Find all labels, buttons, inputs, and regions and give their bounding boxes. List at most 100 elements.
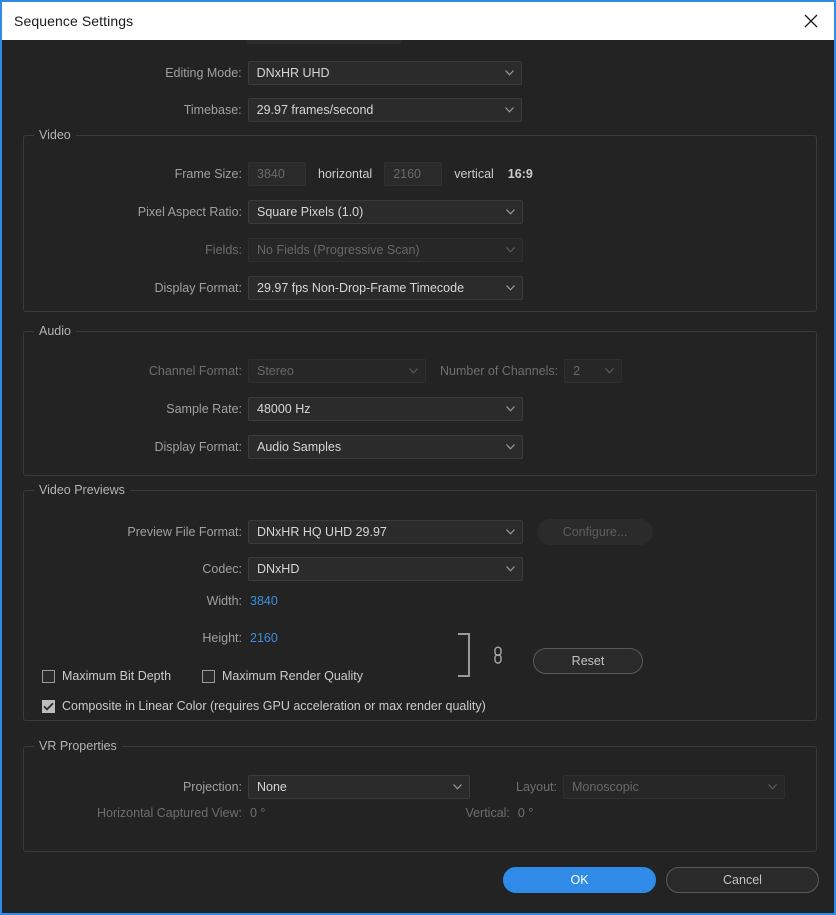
timebase-row: Timebase: 29.97 frames/second — [102, 98, 522, 122]
chevron-down-icon — [605, 368, 615, 374]
fields-select[interactable]: No Fields (Progressive Scan) — [248, 238, 523, 262]
audio-display-format-value: Audio Samples — [257, 440, 342, 454]
chevron-down-icon — [453, 784, 462, 790]
scrolled-control-sliver — [247, 40, 402, 44]
dialog-titlebar: Sequence Settings — [2, 2, 834, 40]
chevron-down-icon — [768, 784, 777, 790]
preview-width-value[interactable]: 3840 — [250, 594, 278, 608]
chevron-down-icon — [506, 529, 515, 535]
vr-projection-value: None — [257, 780, 287, 794]
vr-layout-label: Layout: — [516, 780, 558, 794]
video-display-format-select[interactable]: 29.97 fps Non-Drop-Frame Timecode — [248, 276, 523, 300]
preview-file-format-select[interactable]: DNxHR HQ UHD 29.97 — [248, 520, 523, 544]
number-of-channels-value: 2 — [573, 364, 581, 378]
vr-vertical-value[interactable]: 0 ° — [518, 806, 533, 820]
settings-scroll-area[interactable]: Editing Mode: DNxHR UHD Timebase: 29.97 … — [2, 40, 834, 857]
sequence-settings-dialog: Sequence Settings Editing Mode: DNxHR UH… — [0, 0, 836, 915]
chevron-down-icon — [506, 444, 515, 450]
reset-button[interactable]: Reset — [533, 648, 643, 674]
cancel-button[interactable]: Cancel — [666, 867, 819, 893]
frame-size-horizontal-label: horizontal — [318, 167, 373, 181]
fields-row: Fields: No Fields (Progressive Scan) — [102, 238, 523, 262]
codec-label: Codec: — [202, 562, 242, 576]
timebase-value: 29.97 frames/second — [256, 103, 374, 117]
chevron-down-icon — [506, 247, 515, 253]
codec-row: Codec: DNxHD — [102, 557, 523, 581]
audio-display-format-row: Display Format: Audio Samples — [102, 435, 523, 459]
vr-captured-view-row: Horizontal Captured View: 0 ° Vertical: … — [62, 806, 533, 820]
audio-group-title: Audio — [34, 324, 76, 338]
preview-file-format-value: DNxHR HQ UHD 29.97 — [257, 525, 387, 539]
timebase-select[interactable]: 29.97 frames/second — [247, 98, 522, 122]
preview-width-row: Width: 3840 — [102, 594, 278, 608]
vr-projection-select[interactable]: None — [248, 775, 470, 799]
maximum-render-quality-checkbox[interactable] — [202, 669, 215, 683]
vr-layout-select[interactable]: Monoscopic — [563, 775, 786, 799]
number-of-channels-select[interactable]: 2 — [564, 359, 623, 383]
frame-size-vertical-value: 2160 — [393, 167, 422, 181]
chevron-down-icon — [506, 566, 515, 572]
frame-size-aspect-ratio: 16:9 — [507, 167, 533, 181]
chevron-down-icon — [506, 285, 515, 291]
channel-format-value: Stereo — [257, 364, 294, 378]
video-display-format-label: Display Format: — [154, 281, 242, 295]
audio-display-format-select[interactable]: Audio Samples — [248, 435, 523, 459]
dialog-footer: OK Cancel — [2, 857, 834, 913]
preview-height-value[interactable]: 2160 — [250, 631, 278, 645]
vr-properties-group-title: VR Properties — [34, 739, 122, 753]
ok-button[interactable]: OK — [503, 867, 656, 893]
composite-linear-color-checkbox-row[interactable]: Composite in Linear Color (requires GPU … — [42, 699, 486, 713]
vr-projection-label: Projection: — [182, 780, 242, 794]
chevron-down-icon — [506, 209, 515, 215]
fields-value: No Fields (Progressive Scan) — [257, 243, 420, 257]
chevron-down-icon — [505, 107, 514, 113]
close-button[interactable] — [788, 2, 834, 40]
maximum-render-quality-checkbox-row[interactable]: Maximum Render Quality — [202, 669, 363, 683]
maximum-render-quality-label: Maximum Render Quality — [222, 669, 364, 683]
fields-label: Fields: — [205, 243, 242, 257]
frame-size-horizontal-input[interactable]: 3840 — [248, 162, 306, 186]
pixel-aspect-ratio-label: Pixel Aspect Ratio: — [137, 205, 242, 219]
frame-size-vertical-input[interactable]: 2160 — [384, 162, 443, 186]
codec-select[interactable]: DNxHD — [248, 557, 523, 581]
vr-layout-value: Monoscopic — [572, 780, 639, 794]
pixel-aspect-ratio-row: Pixel Aspect Ratio: Square Pixels (1.0) — [102, 200, 523, 224]
checkmark-icon — [43, 702, 54, 711]
vr-projection-row: Projection: None Layout: Monoscopic — [102, 775, 786, 799]
channel-format-select[interactable]: Stereo — [248, 359, 426, 383]
frame-size-label: Frame Size: — [174, 167, 242, 181]
maximum-bit-depth-checkbox[interactable] — [42, 669, 55, 683]
sample-rate-select[interactable]: 48000 Hz — [248, 397, 523, 421]
editing-mode-label: Editing Mode: — [165, 66, 242, 80]
close-icon — [804, 14, 818, 28]
preview-file-format-row: Preview File Format: DNxHR HQ UHD 29.97 … — [102, 519, 653, 545]
editing-mode-select[interactable]: DNxHR UHD — [247, 61, 522, 85]
link-chain-icon[interactable] — [491, 644, 505, 666]
chevron-down-icon — [506, 406, 515, 412]
frame-size-horizontal-value: 3840 — [257, 167, 285, 181]
codec-value: DNxHD — [257, 562, 300, 576]
preview-file-format-label: Preview File Format: — [127, 525, 242, 539]
timebase-label: Timebase: — [183, 103, 242, 117]
vr-horizontal-captured-view-value[interactable]: 0 ° — [250, 806, 265, 820]
dialog-title: Sequence Settings — [14, 13, 134, 29]
configure-button[interactable]: Configure... — [537, 519, 653, 545]
maximum-bit-depth-checkbox-row[interactable]: Maximum Bit Depth — [42, 669, 171, 683]
pixel-aspect-ratio-select[interactable]: Square Pixels (1.0) — [248, 200, 523, 224]
video-display-format-row: Display Format: 29.97 fps Non-Drop-Frame… — [102, 276, 523, 300]
video-display-format-value: 29.97 fps Non-Drop-Frame Timecode — [257, 281, 465, 295]
channel-format-row: Channel Format: Stereo Number of Channel… — [102, 359, 623, 383]
sample-rate-row: Sample Rate: 48000 Hz — [102, 397, 523, 421]
video-previews-group-title: Video Previews — [34, 483, 130, 497]
chevron-down-icon — [505, 70, 514, 76]
sample-rate-label: Sample Rate: — [166, 402, 242, 416]
preview-width-label: Width: — [206, 594, 242, 608]
audio-display-format-label: Display Format: — [154, 440, 242, 454]
vr-vertical-label: Vertical: — [465, 806, 510, 820]
dimension-link-bracket-icon — [458, 633, 470, 677]
composite-linear-color-checkbox[interactable] — [42, 699, 55, 713]
chevron-down-icon — [409, 368, 418, 374]
vr-properties-group: VR Properties — [23, 739, 817, 852]
channel-format-label: Channel Format: — [148, 364, 242, 378]
frame-size-row: Frame Size: 3840 horizontal 2160 vertica… — [102, 162, 533, 186]
